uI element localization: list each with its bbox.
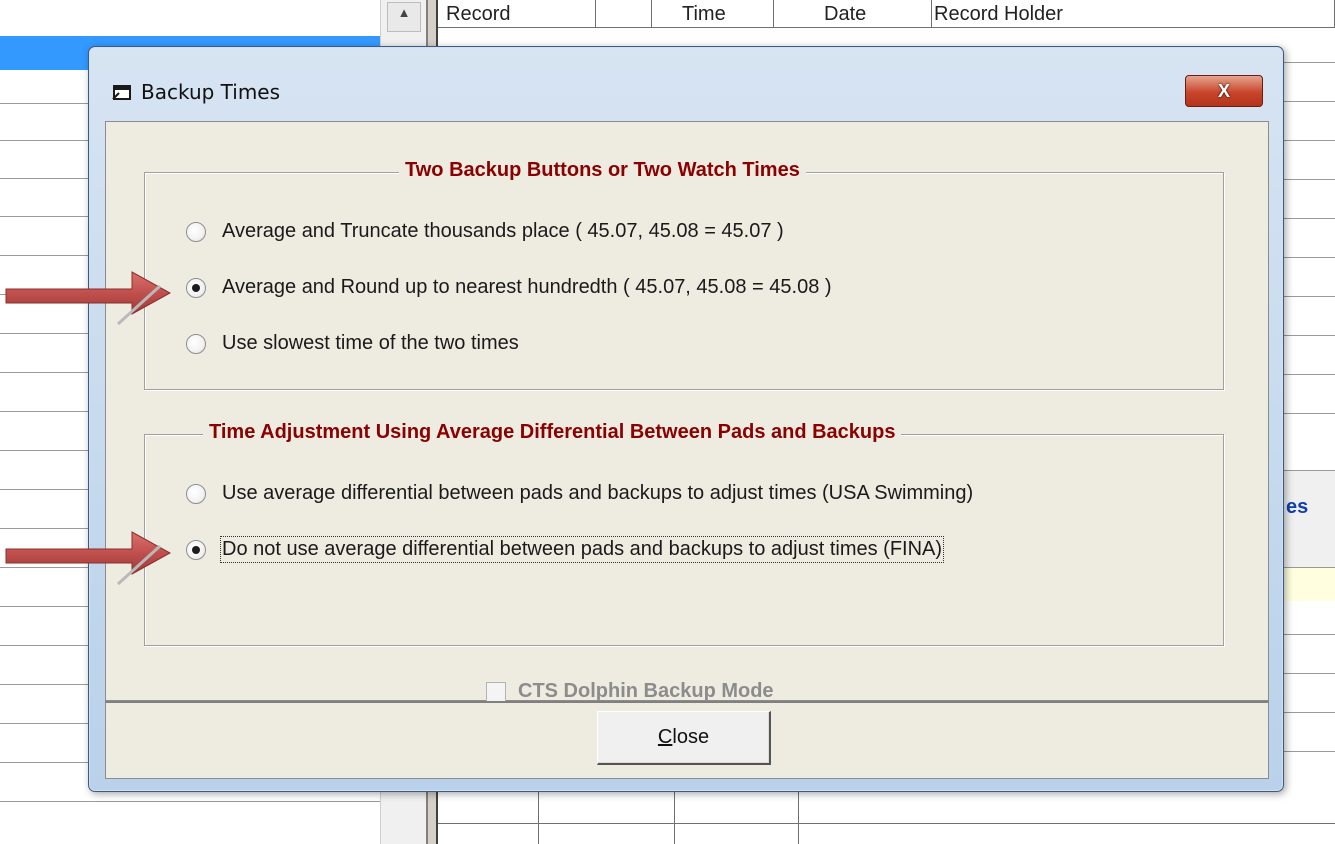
highlighted-row: [1283, 567, 1335, 601]
option-do-not-use-average-differential[interactable]: Do not use average differential between …: [186, 536, 945, 563]
dialog-title: Backup Times: [141, 80, 281, 104]
cts-dolphin-backup-mode[interactable]: CTS Dolphin Backup Mode: [486, 680, 774, 703]
option-average-round-up[interactable]: Average and Round up to nearest hundredt…: [186, 276, 832, 299]
scroll-up-icon[interactable]: ▲: [387, 2, 421, 32]
arrow-annotation-icon: [5, 531, 172, 586]
window-icon: [112, 85, 131, 100]
close-button-label: lose: [672, 726, 710, 748]
dialog-client-area: Two Backup Buttons or Two Watch Times Av…: [105, 121, 1269, 703]
radio-do-not-use-average-differential[interactable]: [186, 539, 206, 560]
radio-use-slowest[interactable]: [186, 333, 206, 354]
cts-dolphin-label: CTS Dolphin Backup Mode: [518, 680, 774, 702]
cts-dolphin-checkbox[interactable]: [486, 681, 506, 702]
option-average-truncate-label[interactable]: Average and Truncate thousands place ( 4…: [222, 220, 784, 243]
dialog-title-bar[interactable]: Backup Times X: [89, 47, 1283, 119]
backup-times-dialog: Backup Times X Two Backup Buttons or Two…: [88, 46, 1284, 792]
radio-average-round-up[interactable]: [186, 277, 206, 298]
close-icon[interactable]: X: [1185, 75, 1263, 107]
group-backup-buttons-title: Two Backup Buttons or Two Watch Times: [399, 159, 806, 182]
close-button[interactable]: Close: [597, 711, 771, 765]
grid-header-blank[interactable]: [596, 0, 652, 28]
option-average-round-up-label[interactable]: Average and Round up to nearest hundredt…: [222, 276, 832, 299]
background-right-panel: es: [1283, 470, 1335, 601]
grid-header-date[interactable]: Date: [774, 0, 932, 28]
option-use-average-differential[interactable]: Use average differential between pads an…: [186, 482, 973, 505]
close-button-mnemonic: C: [657, 726, 673, 748]
radio-average-truncate[interactable]: [186, 221, 206, 242]
group-time-adjustment-title: Time Adjustment Using Average Differenti…: [203, 421, 902, 444]
option-use-slowest-label[interactable]: Use slowest time of the two times: [222, 332, 519, 355]
option-average-truncate[interactable]: Average and Truncate thousands place ( 4…: [186, 220, 784, 243]
partial-label: es: [1286, 496, 1309, 518]
grid-header-time[interactable]: Time: [652, 0, 774, 28]
option-do-not-use-average-differential-label[interactable]: Do not use average differential between …: [219, 536, 945, 563]
grid-header-record-holder[interactable]: Record Holder: [932, 0, 1335, 28]
arrow-annotation-icon: [5, 271, 172, 326]
option-use-slowest[interactable]: Use slowest time of the two times: [186, 332, 519, 355]
dialog-footer: Close: [105, 701, 1269, 779]
radio-use-average-differential[interactable]: [186, 483, 206, 504]
grid-header-record[interactable]: Record: [438, 0, 596, 28]
option-use-average-differential-label[interactable]: Use average differential between pads an…: [222, 482, 973, 505]
